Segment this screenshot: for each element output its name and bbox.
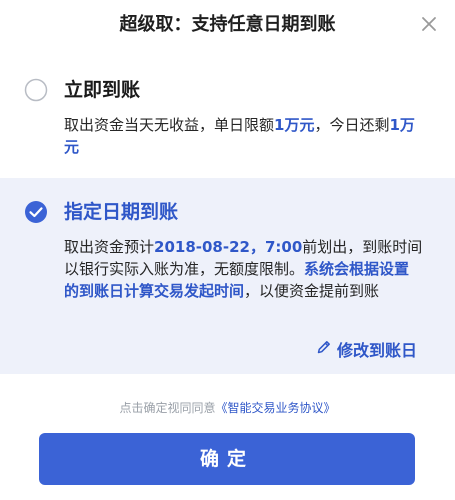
modify-date-link[interactable]: 修改到账日 [316,338,417,364]
option-immediate-title: 立即到账 [64,79,141,101]
close-button[interactable] [415,10,443,38]
desc-text: ，以便资金提前到账 [244,282,380,300]
close-icon [422,17,436,31]
option-scheduled-title: 指定日期到账 [64,201,179,223]
radio-selected[interactable] [24,200,48,224]
agreement-link[interactable]: 《智能交易业务协议》 [216,401,336,415]
option-immediate-description: 取出资金当天无收益，单日限额1万元，今日还剩1万元 [64,114,424,158]
pencil-icon [316,337,332,363]
agreement-notice: 点击确定视同同意《智能交易业务协议》 [0,399,455,416]
radio-unselected[interactable] [24,78,48,102]
sheet-header: 超级取：支持任意日期到账 [0,0,455,50]
desc-text: ，今日还剩 [314,116,390,134]
desc-text: 取出资金预计 [64,238,155,256]
desc-text: 取出资金当天无收益，单日限额 [64,116,275,134]
withdraw-option-sheet: 超级取：支持任意日期到账 立即到账 取出资金当天无收益，单日限额1万元，今日还剩… [0,0,455,500]
option-immediate[interactable]: 立即到账 取出资金当天无收益，单日限额1万元，今日还剩1万元 [0,62,455,174]
desc-highlight: 1万元 [274,116,315,134]
option-scheduled[interactable]: 指定日期到账 取出资金预计2018-08-22，7:00前划出，到账时间以银行实… [0,178,455,374]
check-circle-icon [25,201,47,223]
option-scheduled-description: 取出资金预计2018-08-22，7:00前划出，到账时间以银行实际入账为准，无… [64,236,424,302]
sheet-title: 超级取：支持任意日期到账 [119,14,336,35]
modify-date-label: 修改到账日 [336,341,417,360]
agreement-prefix: 点击确定视同同意 [119,401,216,415]
desc-highlight: 2018-08-22，7:00 [154,238,303,256]
radio-empty-icon [24,78,48,102]
confirm-button[interactable]: 确定 [39,433,415,485]
